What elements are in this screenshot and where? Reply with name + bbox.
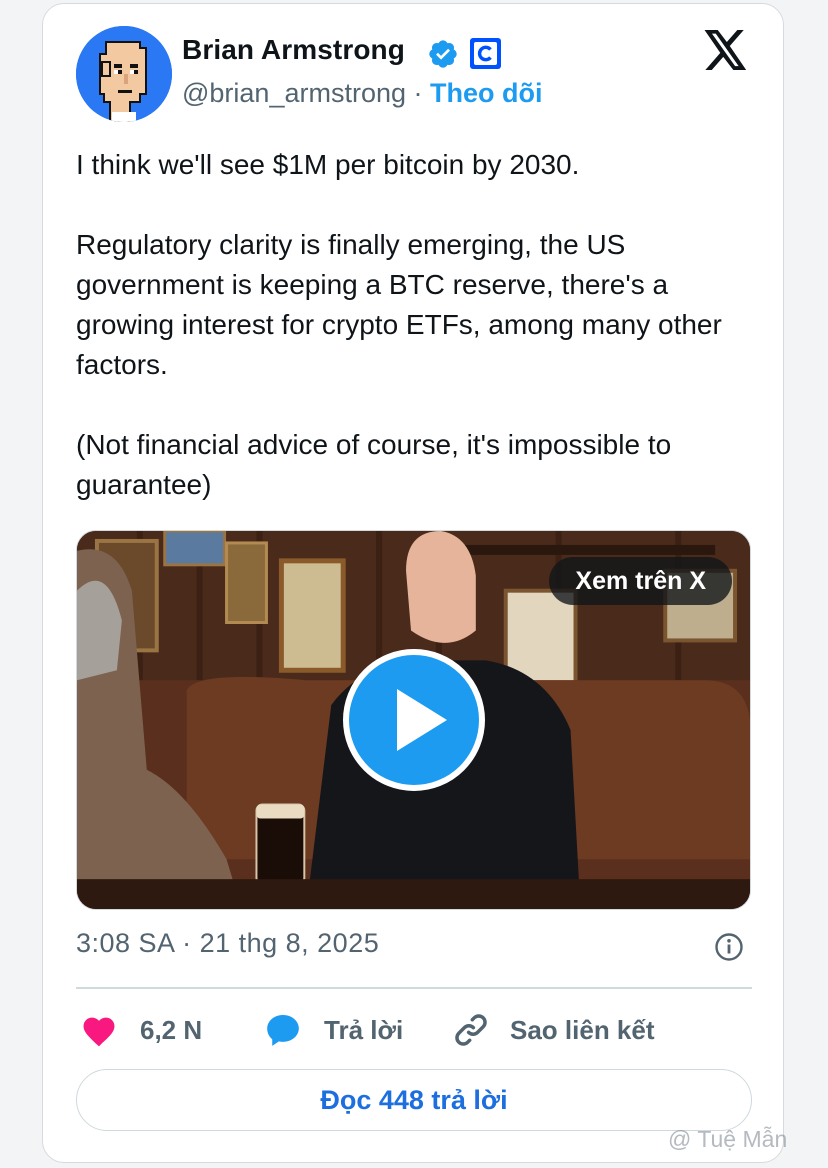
watermark: @ Tuệ Mẫn xyxy=(668,1126,787,1153)
copy-link-label: Sao liên kết xyxy=(510,1014,655,1045)
reply-bubble-icon xyxy=(267,1014,299,1046)
tweet-text: I think we'll see $1M per bitcoin by 203… xyxy=(76,145,756,505)
reply-button[interactable]: Trả lời xyxy=(264,1008,403,1052)
heart-icon xyxy=(83,1017,115,1047)
link-icon xyxy=(455,1014,487,1046)
handle-row: @brian_armstrong · Theo dõi xyxy=(182,78,543,109)
play-button[interactable] xyxy=(343,649,485,791)
reply-label: Trả lời xyxy=(324,1014,404,1045)
author-handle[interactable]: @brian_armstrong xyxy=(182,78,406,108)
tweet-paragraph: I think we'll see $1M per bitcoin by 203… xyxy=(76,149,580,180)
coinbase-logo-icon[interactable] xyxy=(470,38,501,69)
like-button[interactable]: 6,2 N xyxy=(80,1008,202,1052)
avatar[interactable] xyxy=(76,26,172,122)
copy-link-button[interactable]: Sao liên kết xyxy=(452,1008,655,1052)
video-media[interactable]: Xem trên X xyxy=(76,530,751,910)
follow-button[interactable]: Theo dõi xyxy=(430,78,542,108)
action-bar: 6,2 N Trả lời Sao liên kết xyxy=(76,1008,756,1052)
tweet-paragraph: (Not financial advice of course, it's im… xyxy=(76,429,672,500)
tweet-paragraph: Regulatory clarity is finally emerging, … xyxy=(76,229,722,380)
watch-on-x-button[interactable]: Xem trên X xyxy=(549,557,732,605)
play-icon xyxy=(397,689,447,751)
divider xyxy=(76,987,752,989)
verified-badge-icon xyxy=(429,40,457,68)
info-icon[interactable] xyxy=(714,932,744,962)
watermark-text: @ Tuệ Mẫn xyxy=(668,1126,788,1152)
handle-separator: · xyxy=(413,78,423,108)
x-logo-icon[interactable] xyxy=(704,30,748,70)
like-count: 6,2 N xyxy=(140,1014,203,1045)
tweet-timestamp[interactable]: 3:08 SA · 21 thg 8, 2025 xyxy=(76,928,379,959)
author-name[interactable]: Brian Armstrong xyxy=(182,34,405,66)
read-replies-button[interactable]: Đọc 448 trả lời xyxy=(76,1069,752,1131)
